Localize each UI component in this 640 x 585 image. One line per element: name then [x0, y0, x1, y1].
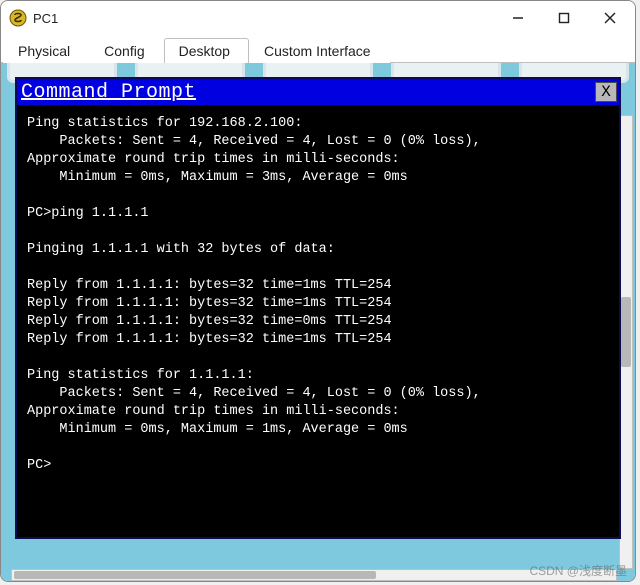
minimize-button[interactable] [495, 3, 541, 33]
terminal-output[interactable]: Ping statistics for 192.168.2.100: Packe… [17, 105, 619, 537]
command-prompt-title: Command Prompt [21, 81, 595, 104]
tab-physical[interactable]: Physical [3, 38, 89, 63]
tab-custom-interface[interactable]: Custom Interface [249, 38, 390, 63]
horizontal-scrollbar-thumb[interactable] [14, 571, 376, 579]
vertical-scrollbar[interactable] [619, 115, 633, 569]
command-prompt-close-button[interactable]: X [595, 82, 617, 102]
tab-config[interactable]: Config [89, 38, 163, 63]
app-window: PC1 Physical Config Desktop Custom Inter… [0, 0, 636, 582]
window-title: PC1 [33, 11, 495, 26]
horizontal-scrollbar[interactable] [11, 569, 617, 581]
command-prompt-window: Command Prompt X Ping statistics for 192… [15, 77, 621, 539]
tab-desktop[interactable]: Desktop [164, 38, 249, 63]
desktop-area: Command Prompt X Ping statistics for 192… [1, 63, 635, 581]
vertical-scrollbar-thumb[interactable] [621, 297, 631, 367]
app-icon [9, 9, 27, 27]
command-prompt-titlebar[interactable]: Command Prompt X [17, 79, 619, 105]
titlebar[interactable]: PC1 [1, 1, 635, 35]
close-button[interactable] [587, 3, 633, 33]
maximize-button[interactable] [541, 3, 587, 33]
tab-bar: Physical Config Desktop Custom Interface [1, 35, 635, 63]
